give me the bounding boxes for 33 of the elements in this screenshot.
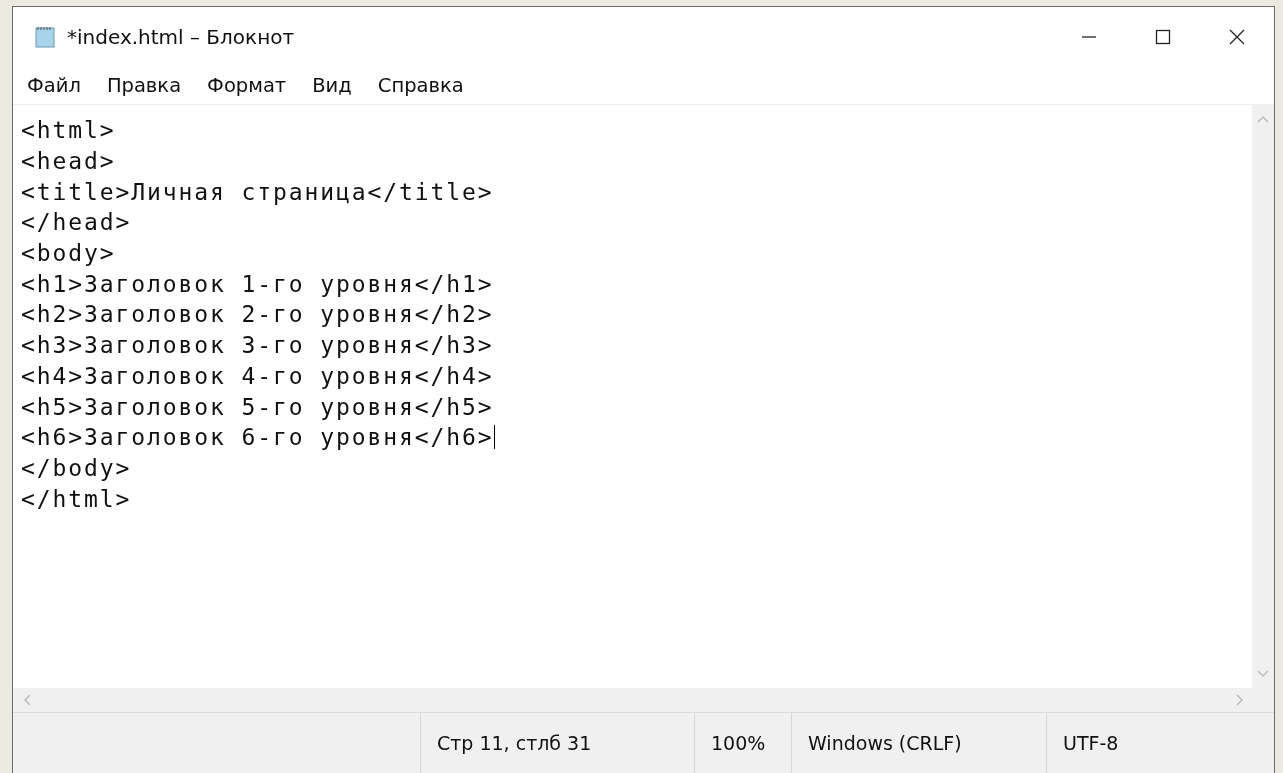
window-title: *index.html – Блокнот	[67, 24, 295, 49]
menu-item[interactable]: Правка	[106, 73, 182, 97]
scroll-right-icon[interactable]	[1236, 694, 1244, 706]
vertical-scrollbar[interactable]	[1252, 105, 1274, 688]
menu-item[interactable]: Справка	[377, 73, 464, 97]
code-line: <html>	[21, 117, 116, 144]
code-line: <h3>Заголовок 3-го уровня</h3>	[21, 332, 494, 359]
code-line: </body>	[21, 454, 132, 481]
close-icon[interactable]	[1228, 27, 1246, 46]
code-line: <head>	[21, 148, 116, 175]
code-line: </html>	[21, 485, 132, 512]
code-line: <h5>Заголовок 5-го уровня</h5>	[21, 393, 494, 420]
minimize-icon[interactable]	[1080, 35, 1098, 38]
code-line: <h4>Заголовок 4-го уровня</h4>	[21, 362, 494, 389]
notepad-icon	[33, 24, 57, 49]
maximize-icon[interactable]	[1154, 27, 1172, 46]
code-line: <body>	[21, 240, 116, 267]
code-line: <title>Личная страница</title>	[21, 178, 494, 205]
scroll-up-icon[interactable]	[1257, 115, 1269, 123]
horizontal-scrollbar[interactable]	[13, 688, 1274, 712]
scroll-down-icon[interactable]	[1257, 670, 1269, 678]
zoom-level: 100%	[711, 732, 766, 754]
menu-item[interactable]: Формат	[207, 73, 287, 97]
code-line: <h1>Заголовок 1-го уровня</h1>	[21, 270, 494, 297]
menu-item[interactable]: Вид	[312, 73, 352, 97]
cursor-position: Стр 11, стлб 31	[437, 732, 592, 754]
scroll-left-icon[interactable]	[23, 694, 31, 706]
code-line: <h6>Заголовок 6-го уровня</h6>	[21, 424, 494, 451]
code-line: <h2>Заголовок 2-го уровня</h2>	[21, 301, 494, 328]
encoding: UTF-8	[1063, 732, 1119, 754]
menu-item[interactable]: Файл	[27, 73, 81, 97]
line-ending: Windows (CRLF)	[808, 732, 962, 754]
code-line: </head>	[21, 209, 132, 236]
